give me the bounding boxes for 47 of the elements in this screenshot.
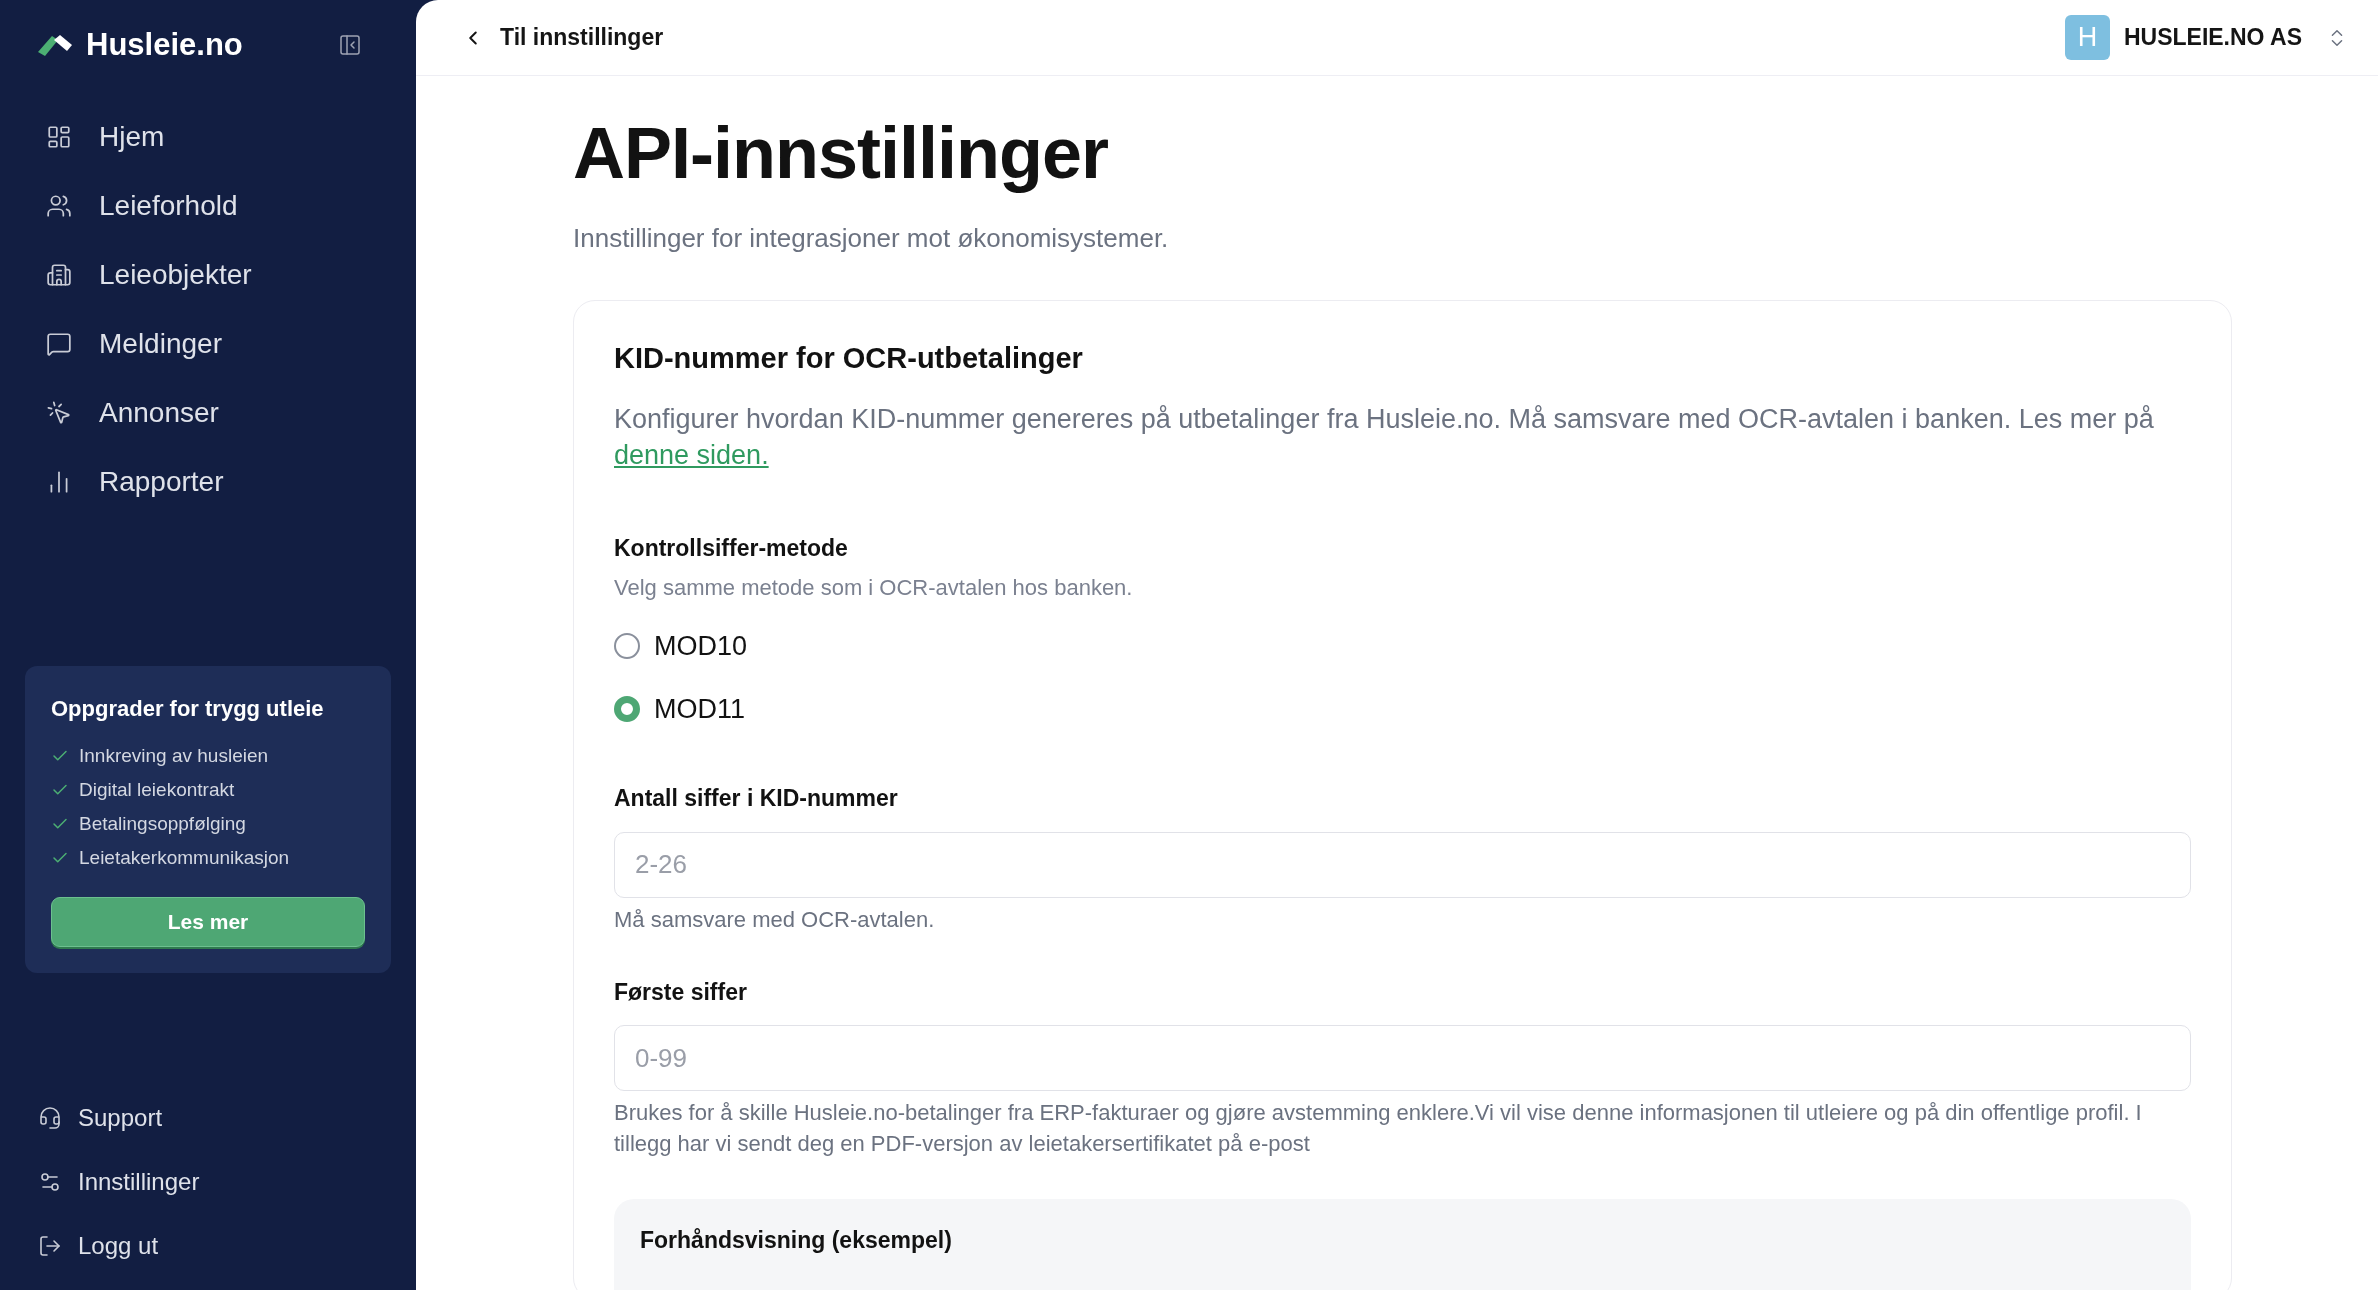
sidebar-item[interactable]: Support <box>38 1086 378 1150</box>
card-title: KID-nummer for OCR-utbetalinger <box>614 341 1084 377</box>
radio-option[interactable]: MOD10 <box>614 626 2191 667</box>
card-description: Konfigurer hvordan KID-nummer genereres på utbetalinger fra Husleie.no. Må samsvare med OCR-avtalen i banken. Les mer på denne siden. <box>614 402 2155 472</box>
sidebar-item[interactable]: Innstillinger <box>38 1150 378 1214</box>
sliders-icon <box>38 1170 62 1194</box>
message-icon <box>46 330 72 357</box>
method-label: Kontrollsiffer-metode <box>614 533 849 563</box>
field-help: Må samsvare med OCR-avtalen. <box>614 905 936 934</box>
pointer-click-icon <box>46 399 72 426</box>
field-label: Antall siffer i KID-nummer <box>614 784 899 814</box>
feature-text: Digital leiekontrakt <box>79 777 235 802</box>
collapse-sidebar-icon[interactable] <box>338 33 362 57</box>
sidebar-item[interactable]: Logg ut <box>38 1214 378 1278</box>
page-title: API-innstillinger <box>573 114 1110 194</box>
building-icon <box>46 261 72 288</box>
method-hint: Velg samme metode som i OCR-avtalen hos banken. <box>614 574 1134 603</box>
sidebar-item[interactable]: Meldinger <box>30 309 386 378</box>
headset-icon <box>38 1106 62 1130</box>
number-input[interactable]: 0-99 <box>614 1025 2191 1092</box>
logout-icon <box>38 1234 62 1258</box>
radio-option[interactable]: MOD11 <box>614 688 2191 730</box>
back-link[interactable]: Til innstillinger <box>462 20 664 55</box>
logo-icon <box>38 34 74 56</box>
number-input[interactable]: 2-26 <box>614 831 2191 898</box>
organization-name: HUSLEIE.NO AS <box>2123 23 2302 53</box>
page-subtitle: Innstillinger for integrasjoner mot økonomisystemer. <box>573 222 1170 256</box>
users-icon <box>46 192 72 219</box>
organization-avatar: H <box>2064 15 2110 60</box>
feature-text: Betalingsoppfølging <box>79 811 246 836</box>
feature-text: Leietakerkommunikasjon <box>79 845 290 870</box>
organization-switcher[interactable]: H HUSLEIE.NO AS <box>2064 15 2348 60</box>
preview-title: Forhåndsvisning (eksempel) <box>640 1226 953 1256</box>
sidebar-item[interactable]: Rapporter <box>30 447 386 516</box>
brand-name: Husleie.no <box>86 25 243 64</box>
field-help: Brukes for å skille Husleie.no-betalinger fra ERP-fakturaer og gjøre avstemming enklere.Vi vil vise denne informasjonen til utleiere og på din offentlige profil. I tillegg har vi sendt deg en PDF-versjon av leietakersertifikatet på e-post <box>614 1099 2143 1159</box>
radio-button[interactable] <box>614 695 640 722</box>
dashboard-icon <box>46 123 72 150</box>
info-link[interactable]: denne siden. <box>614 439 769 470</box>
radio-button[interactable] <box>614 633 640 660</box>
upgrade-title: Oppgrader for trygg utleie <box>51 695 325 723</box>
sidebar-item[interactable]: Leieforhold <box>30 171 386 240</box>
sidebar-item[interactable]: Hjem <box>30 102 386 171</box>
sidebar-item[interactable]: Annonser <box>30 378 386 447</box>
feature-text: Innkreving av husleien <box>79 743 269 768</box>
field-label: Første siffer <box>614 977 748 1007</box>
sidebar-item[interactable]: Leieobjekter <box>30 240 386 309</box>
